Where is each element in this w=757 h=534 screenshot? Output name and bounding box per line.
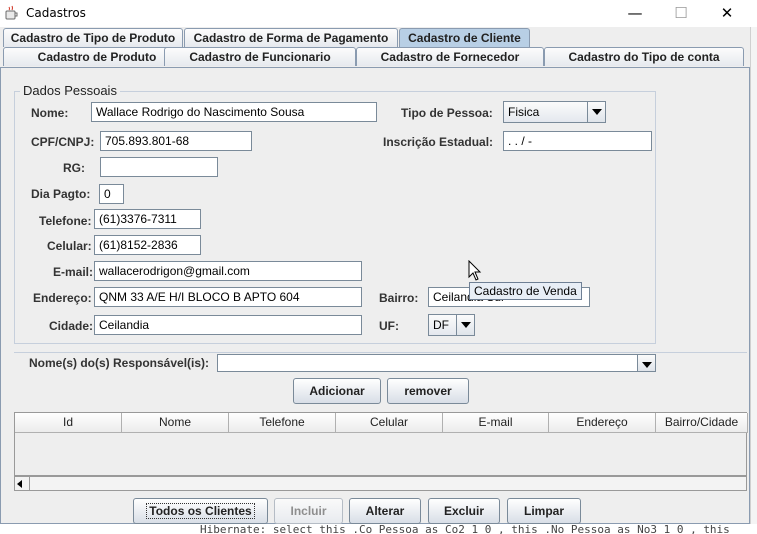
maximize-button[interactable]: ☐ bbox=[658, 0, 704, 27]
horizontal-scrollbar[interactable] bbox=[14, 476, 747, 491]
chevron-down-icon[interactable] bbox=[456, 315, 474, 335]
mouse-cursor-icon bbox=[468, 260, 482, 281]
email-field[interactable]: wallacerodrigon@gmail.com bbox=[94, 261, 362, 281]
cpf-field[interactable]: 705.893.801-68 bbox=[100, 131, 252, 151]
column-header-telefone[interactable]: Telefone bbox=[229, 413, 336, 433]
cidade-label: Cidade: bbox=[49, 319, 94, 333]
responsaveis-label: Nome(s) do(s) Responsável(is): bbox=[29, 356, 210, 370]
limpar-button[interactable]: Limpar bbox=[507, 498, 581, 524]
tab-cadastro-funcionario[interactable]: Cadastro de Funcionario bbox=[164, 47, 356, 66]
alterar-button[interactable]: Alterar bbox=[349, 498, 421, 524]
window-title: Cadastros bbox=[26, 6, 86, 20]
divider bbox=[14, 352, 747, 353]
column-header-celular[interactable]: Celular bbox=[336, 413, 443, 433]
nome-field[interactable]: Wallace Rodrigo do Nascimento Sousa bbox=[91, 102, 377, 122]
tab-cadastro-fornecedor[interactable]: Cadastro de Fornecedor bbox=[356, 47, 544, 66]
console-text: Hibernate: select this_.Co_Pessoa as Co2… bbox=[200, 524, 737, 534]
incluir-button[interactable]: Incluir bbox=[274, 498, 343, 524]
clientes-table[interactable]: Id Nome Telefone Celular E-mail Endereço… bbox=[14, 412, 748, 476]
group-title: Dados Pessoais bbox=[20, 83, 120, 98]
background-window-edge bbox=[750, 27, 757, 524]
tab-cadastro-tipo-produto[interactable]: Cadastro de Tipo de Produto bbox=[3, 28, 183, 47]
tab-cadastro-forma-pagamento[interactable]: Cadastro de Forma de Pagamento bbox=[184, 28, 398, 47]
scroll-divider bbox=[29, 477, 30, 490]
column-header-bairro-cidade[interactable]: Bairro/Cidade bbox=[656, 413, 748, 433]
email-label: E-mail: bbox=[53, 265, 94, 279]
adicionar-button[interactable]: Adicionar bbox=[293, 378, 381, 404]
chevron-down-icon[interactable] bbox=[637, 355, 655, 371]
nome-label: Nome: bbox=[31, 106, 69, 120]
telefone-field[interactable]: (61)3376-7311 bbox=[94, 209, 201, 229]
column-header-email[interactable]: E-mail bbox=[443, 413, 549, 433]
tab-cadastro-tipo-conta[interactable]: Cadastro do Tipo de conta bbox=[544, 47, 744, 66]
rg-field[interactable] bbox=[100, 157, 218, 177]
close-button[interactable]: ✕ bbox=[704, 0, 750, 27]
uf-select[interactable]: DF bbox=[428, 314, 475, 336]
tooltip: Cadastro de Venda bbox=[469, 282, 582, 300]
responsaveis-select[interactable] bbox=[217, 354, 656, 372]
todos-clientes-button[interactable]: Todos os Clientes bbox=[133, 498, 268, 524]
rg-label: RG: bbox=[63, 161, 85, 175]
tipo-pessoa-value: Fisica bbox=[508, 105, 540, 119]
column-header-id[interactable]: Id bbox=[15, 413, 122, 433]
celular-label: Celular: bbox=[47, 239, 92, 253]
java-cup-icon bbox=[5, 5, 18, 20]
todos-clientes-label: Todos os Clientes bbox=[146, 503, 255, 519]
excluir-button[interactable]: Excluir bbox=[428, 498, 500, 524]
celular-field[interactable]: (61)8152-2836 bbox=[94, 235, 201, 255]
inscricao-field[interactable]: . . / - bbox=[503, 131, 652, 151]
cpf-label: CPF/CNPJ: bbox=[31, 135, 95, 149]
dia-pagto-field[interactable]: 0 bbox=[99, 184, 124, 204]
column-header-nome[interactable]: Nome bbox=[122, 413, 229, 433]
tipo-pessoa-label: Tipo de Pessoa: bbox=[401, 106, 493, 120]
bairro-label: Bairro: bbox=[379, 291, 419, 305]
title-bar: Cadastros — ☐ ✕ bbox=[0, 0, 757, 27]
background-console: Hibernate: select this_.Co_Pessoa as Co2… bbox=[0, 524, 757, 534]
arrow-left-icon[interactable] bbox=[17, 480, 22, 488]
tab-cadastro-cliente[interactable]: Cadastro de Cliente bbox=[399, 28, 530, 47]
endereco-field[interactable]: QNM 33 A/E H/I BLOCO B APTO 604 bbox=[94, 287, 362, 307]
telefone-label: Telefone: bbox=[39, 214, 92, 228]
tab-cadastro-produto[interactable]: Cadastro de Produto bbox=[3, 47, 191, 66]
cidade-field[interactable]: Ceilandia bbox=[94, 315, 362, 335]
endereco-label: Endereço: bbox=[33, 291, 92, 305]
uf-value: DF bbox=[433, 318, 449, 332]
dia-pagto-label: Dia Pagto: bbox=[31, 187, 91, 201]
inscricao-label: Inscrição Estadual: bbox=[383, 135, 494, 149]
uf-label: UF: bbox=[379, 319, 399, 333]
minimize-button[interactable]: — bbox=[612, 0, 658, 27]
column-header-endereco[interactable]: Endereço bbox=[549, 413, 656, 433]
tipo-pessoa-select[interactable]: Fisica bbox=[503, 101, 606, 123]
chevron-down-icon[interactable] bbox=[587, 102, 605, 122]
remover-button[interactable]: remover bbox=[387, 378, 469, 404]
